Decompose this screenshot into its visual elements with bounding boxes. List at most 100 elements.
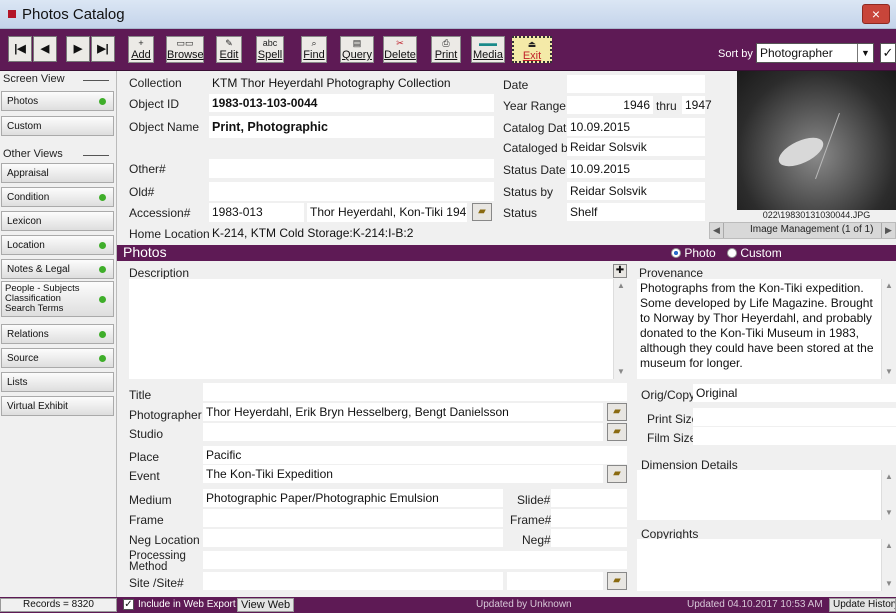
sidebar-item-appraisal[interactable]: Appraisal: [1, 163, 114, 183]
site-field[interactable]: [203, 572, 503, 590]
section-header: Photos Photo Custom: [117, 244, 896, 261]
medium-field[interactable]: Photographic Paper/Photographic Emulsion: [203, 489, 503, 507]
description-scrollbar[interactable]: ▲ ▼: [613, 279, 628, 379]
description-field[interactable]: [129, 279, 627, 379]
dimension-scrollbar[interactable]: ▲ ▼: [881, 470, 896, 520]
chevron-left-icon[interactable]: ◀: [710, 223, 724, 238]
custom-radio[interactable]: Custom: [727, 246, 782, 260]
sidebar-item-people-subjects[interactable]: People - Subjects Classification Search …: [1, 281, 114, 317]
expand-icon[interactable]: ✚: [613, 264, 627, 278]
frame-number-field[interactable]: [551, 509, 627, 527]
collection-field[interactable]: KTM Thor Heyerdahl Photography Collectio…: [209, 74, 499, 92]
sidebar-item-source[interactable]: Source: [1, 348, 114, 368]
frame-field[interactable]: [203, 509, 503, 527]
photo-radio[interactable]: Photo: [671, 246, 716, 260]
edit-button[interactable]: ✎ Edit: [216, 36, 242, 63]
cataloged-by-field[interactable]: Reidar Solsvik: [567, 138, 705, 156]
sidebar-item-photos[interactable]: Photos: [1, 91, 114, 111]
exit-button[interactable]: ⏏ Exit: [512, 36, 552, 63]
first-record-button[interactable]: |◀: [8, 36, 32, 62]
last-record-button[interactable]: ▶|: [91, 36, 115, 62]
previous-record-button[interactable]: ◀: [33, 36, 57, 62]
next-record-button[interactable]: ▶: [66, 36, 90, 62]
sidebar-item-location[interactable]: Location: [1, 235, 114, 255]
dimension-details-field[interactable]: [637, 470, 896, 520]
sidebar-item-virtual-exhibit[interactable]: Virtual Exhibit: [1, 396, 114, 416]
old-number-label: Old#: [129, 185, 155, 199]
print-size-field[interactable]: [693, 408, 896, 426]
photographer-field[interactable]: Thor Heyerdahl, Erik Bryn Hesselberg, Be…: [203, 403, 603, 421]
year-from-field[interactable]: 1946: [567, 96, 653, 114]
sort-checkbox[interactable]: ✓: [880, 43, 896, 63]
query-button[interactable]: ▤ Query: [340, 36, 374, 63]
date-field[interactable]: [567, 75, 705, 93]
image-management-button[interactable]: Image Management (1 of 1): [750, 224, 873, 235]
status-date-label: Status Date: [503, 163, 566, 177]
folder-icon[interactable]: ▰: [607, 465, 627, 483]
find-icon: ⌕: [311, 38, 317, 48]
processing-method-field[interactable]: [203, 551, 627, 569]
find-button[interactable]: ⌕ Find: [301, 36, 327, 63]
folder-icon[interactable]: ▰: [607, 403, 627, 421]
status-by-label: Status by: [503, 185, 554, 199]
status-bar: Records = 8320 ✓ Include in Web Export V…: [0, 597, 896, 613]
accession-field[interactable]: 1983-013: [209, 203, 304, 222]
delete-button[interactable]: ✂ Delete: [383, 36, 417, 63]
spell-button[interactable]: abc Spell: [256, 36, 284, 63]
year-to-field[interactable]: 1947: [682, 96, 712, 114]
orig-copy-field[interactable]: Original: [693, 384, 896, 402]
chevron-right-icon[interactable]: ▶: [881, 223, 895, 238]
add-button[interactable]: + Add: [128, 36, 154, 63]
copyrights-scrollbar[interactable]: ▲ ▼: [881, 539, 896, 591]
event-field[interactable]: The Kon-Tiki Expedition: [203, 465, 603, 483]
folder-icon[interactable]: ▰: [607, 572, 627, 590]
chevron-down-icon[interactable]: ▼: [857, 44, 873, 62]
neg-location-field[interactable]: [203, 529, 503, 547]
studio-field[interactable]: [203, 423, 603, 441]
sort-by-select[interactable]: Photographer ▼: [756, 43, 874, 63]
web-export-checkbox[interactable]: ✓: [123, 599, 134, 610]
title-field[interactable]: [203, 383, 627, 401]
status-field[interactable]: Shelf: [567, 203, 705, 221]
accession-name-field[interactable]: Thor Heyerdahl, Kon-Tiki 1947: [307, 203, 467, 222]
other-views-heading: Other Views: [3, 148, 113, 160]
folder-icon[interactable]: ▰: [472, 203, 492, 221]
provenance-field[interactable]: Photographs from the Kon-Tiki expedition…: [637, 279, 896, 379]
view-web-button[interactable]: View Web: [237, 598, 295, 612]
home-location-field[interactable]: K-214, KTM Cold Storage:K-214:I-B:2: [209, 224, 499, 242]
sidebar-item-custom[interactable]: Custom: [1, 116, 114, 136]
sidebar-item-condition[interactable]: Condition: [1, 187, 114, 207]
title-bar: Photos Catalog ×: [0, 0, 896, 29]
status-by-field[interactable]: Reidar Solsvik: [567, 182, 705, 200]
catalog-date-field[interactable]: 10.09.2015: [567, 118, 705, 136]
updated-timestamp: Updated 04.10.2017 10:53 AM: [687, 599, 823, 610]
neg-number-field[interactable]: [551, 529, 627, 547]
object-id-field[interactable]: 1983-013-103-0044: [209, 94, 494, 112]
description-label: Description: [129, 266, 190, 280]
print-button[interactable]: ⎙ Print: [431, 36, 461, 63]
site-number-field[interactable]: [507, 572, 603, 590]
copyrights-field[interactable]: [637, 539, 896, 591]
media-button[interactable]: ▬▬ Media: [471, 36, 505, 63]
neg-location-label: Neg Location: [129, 533, 200, 547]
sidebar-item-notes-legal[interactable]: Notes & Legal: [1, 259, 114, 279]
web-export-label: Include in Web Export: [138, 599, 236, 610]
sidebar-item-relations[interactable]: Relations: [1, 324, 114, 344]
active-dot-icon: [99, 331, 106, 338]
other-number-field[interactable]: [209, 159, 494, 178]
provenance-scrollbar[interactable]: ▲ ▼: [881, 279, 896, 379]
update-history-button[interactable]: Update History: [829, 598, 896, 612]
place-field[interactable]: Pacific: [203, 446, 627, 464]
folder-icon[interactable]: ▰: [607, 423, 627, 441]
photo-thumbnail[interactable]: [737, 71, 896, 210]
film-size-field[interactable]: [693, 427, 896, 445]
object-name-field[interactable]: Print, Photographic: [209, 116, 494, 138]
status-date-field[interactable]: 10.09.2015: [567, 160, 705, 178]
print-icon: ⎙: [442, 38, 450, 48]
sidebar-item-lexicon[interactable]: Lexicon: [1, 211, 114, 231]
slide-number-field[interactable]: [551, 489, 627, 507]
browse-button[interactable]: ▭▭ Browse: [166, 36, 204, 63]
close-button[interactable]: ×: [862, 4, 890, 24]
old-number-field[interactable]: [209, 182, 494, 201]
sidebar-item-lists[interactable]: Lists: [1, 372, 114, 392]
